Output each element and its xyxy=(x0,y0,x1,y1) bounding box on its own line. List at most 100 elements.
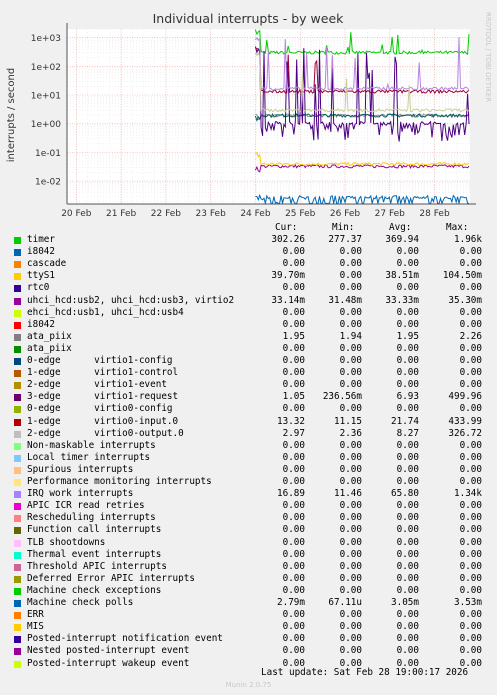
legend-row: ehci_hcd:usb1, uhci_hcd:usb4 0.00 0.00 0.00… xyxy=(0,307,497,319)
legend-row: Spurious interrupts 0.00 0.00 0.00 0.00 xyxy=(0,464,497,476)
legend-value-min: 0.00 xyxy=(339,451,362,463)
legend-value-avg: 0.00 xyxy=(396,572,419,584)
legend-value-cur: 0.00 xyxy=(282,258,305,270)
y-tick-label: 1e+01 xyxy=(31,92,61,102)
legend-label: rtc0 xyxy=(27,282,50,294)
legend-row: Function call interrupts 0.00 0.00 0.00 0.00 xyxy=(0,524,497,536)
legend-swatch xyxy=(14,273,21,281)
legend-value-cur: 2.97 xyxy=(282,427,305,439)
legend-row: TLB shootdowns 0.00 0.00 0.00 0.00 xyxy=(0,537,497,549)
legend-label: Posted-interrupt wakeup event xyxy=(27,657,190,669)
legend-value-cur: 33.14m xyxy=(271,294,305,306)
legend-value-cur: 16.89 xyxy=(277,488,305,500)
y-tick-label: 1e-02 xyxy=(35,178,61,188)
x-tick-label: 24 Feb xyxy=(240,209,271,219)
legend-value-avg: 38.51m xyxy=(385,270,419,282)
chart: Individual interrupts - by week interrup… xyxy=(6,11,492,219)
legend-value-cur: 302.26 xyxy=(271,234,305,245)
legend-value-avg: 0.00 xyxy=(396,645,419,657)
legend-value-max: 0.00 xyxy=(459,476,482,487)
legend-value-max: 0.00 xyxy=(459,572,482,584)
y-tick-label: 1e+02 xyxy=(31,63,61,73)
legend-value-min: 0.00 xyxy=(339,355,362,366)
legend-value-max: 0.00 xyxy=(459,548,482,560)
legend-value-cur: 0.00 xyxy=(282,379,305,391)
legend-row: cascade 0.00 0.00 0.00 0.00 xyxy=(0,258,497,270)
legend-value-min: 0.00 xyxy=(339,512,362,524)
legend-swatch xyxy=(14,442,21,450)
legend-value-min: 2.36 xyxy=(339,427,362,439)
legend-row: ttyS1 39.70m 0.00 38.51m 104.50m xyxy=(0,270,497,282)
legend-value-max: 0.00 xyxy=(459,246,482,258)
legend-swatch xyxy=(14,587,21,595)
legend-row: Deferred Error APIC interrupts 0.00 0.00 0.… xyxy=(0,573,497,585)
legend-value-cur: 0.00 xyxy=(282,439,305,451)
x-tick-label: 28 Feb xyxy=(419,209,450,219)
legend-value-cur: 0.00 xyxy=(282,367,305,379)
legend-row: timer 302.26 277.37 369.94 1.96k xyxy=(0,234,497,246)
legend-swatch xyxy=(14,624,21,632)
legend-value-max: 0.00 xyxy=(459,609,482,621)
legend-value-cur: 0.00 xyxy=(282,609,305,621)
legend-label: 2-edge virtio1-event xyxy=(27,379,167,391)
legend-value-avg: 0.00 xyxy=(396,379,419,391)
legend-value-avg: 0.00 xyxy=(396,609,419,621)
legend-value-cur: 0.00 xyxy=(282,645,305,657)
legend-row: uhci_hcd:usb2, uhci_hcd:usb3, virtio2 33.… xyxy=(0,295,497,307)
legend-value-avg: 0.00 xyxy=(396,318,419,330)
legend-swatch xyxy=(14,612,21,620)
legend-label: 1-edge virtio1-control xyxy=(27,367,179,379)
legend-label: Rescheduling interrupts xyxy=(27,512,156,524)
y-tick-label: 1e-01 xyxy=(35,149,61,159)
legend-row: 0-edge virtio1-config 0.00 0.00 0.00 0.00 xyxy=(0,355,497,367)
x-tick-label: 25 Feb xyxy=(285,209,316,219)
legend-swatch xyxy=(14,370,21,378)
legend-swatch xyxy=(14,575,21,583)
legend-value-max: 3.53m xyxy=(454,597,482,608)
legend-value-min: 11.15 xyxy=(334,415,362,427)
legend-value-max: 0.00 xyxy=(459,306,482,318)
legend-label: Local timer interrupts xyxy=(27,451,151,463)
legend-value-min: 0.00 xyxy=(339,621,362,633)
legend-swatch xyxy=(14,551,21,559)
legend-value-min: 236.56m xyxy=(322,391,362,403)
legend-swatch xyxy=(14,297,21,305)
legend-swatch xyxy=(14,237,21,244)
legend-value-max: 0.00 xyxy=(459,645,482,657)
legend-label: 1-edge virtio0-input.0 xyxy=(27,415,179,427)
legend-header-avg: Avg: xyxy=(389,222,412,233)
legend-value-max: 0.00 xyxy=(459,342,482,354)
legend-value-avg: 0.00 xyxy=(396,246,419,258)
legend-value-cur: 13.32 xyxy=(277,415,305,427)
legend-value-cur: 1.05 xyxy=(282,391,305,403)
legend-value-cur: 0.00 xyxy=(282,572,305,584)
x-tick-label: 21 Feb xyxy=(106,209,137,219)
legend-value-cur: 0.00 xyxy=(282,584,305,596)
legend-swatch xyxy=(14,333,21,341)
legend-label: ata_piix xyxy=(27,342,72,354)
legend-value-cur: 0.00 xyxy=(282,560,305,572)
legend-value-avg: 0.00 xyxy=(396,451,419,463)
legend-row: Local timer interrupts 0.00 0.00 0.00 0.00 xyxy=(0,452,497,464)
legend-value-avg: 0.00 xyxy=(396,536,419,548)
legend-value-cur: 1.95 xyxy=(282,330,305,342)
legend-value-max: 0.00 xyxy=(459,282,482,294)
legend-row: Non-maskable interrupts 0.00 0.00 0.00 0.00 xyxy=(0,440,497,452)
legend-value-min: 1.94 xyxy=(339,330,362,342)
legend-value-cur: 39.70m xyxy=(271,270,305,282)
legend-value-avg: 6.93 xyxy=(396,391,419,403)
legend-label: 0-edge virtio0-config xyxy=(27,403,173,415)
legend-swatch xyxy=(14,479,21,486)
legend-value-max: 0.00 xyxy=(459,536,482,548)
legend-label: ttyS1 xyxy=(27,270,55,282)
legend-value-min: 0.00 xyxy=(339,536,362,548)
legend-value-min: 0.00 xyxy=(339,270,362,282)
x-tick-label: 26 Feb xyxy=(330,209,361,219)
legend-swatch xyxy=(14,636,21,644)
legend-label: ata_piix xyxy=(27,330,72,342)
legend-value-avg: 0.00 xyxy=(396,403,419,415)
legend-swatch xyxy=(14,563,21,571)
legend-value-avg: 65.80 xyxy=(391,488,419,500)
legend-value-cur: 0.00 xyxy=(282,621,305,633)
legend-row: ata_piix 1.95 1.94 1.95 2.26 xyxy=(0,331,497,343)
